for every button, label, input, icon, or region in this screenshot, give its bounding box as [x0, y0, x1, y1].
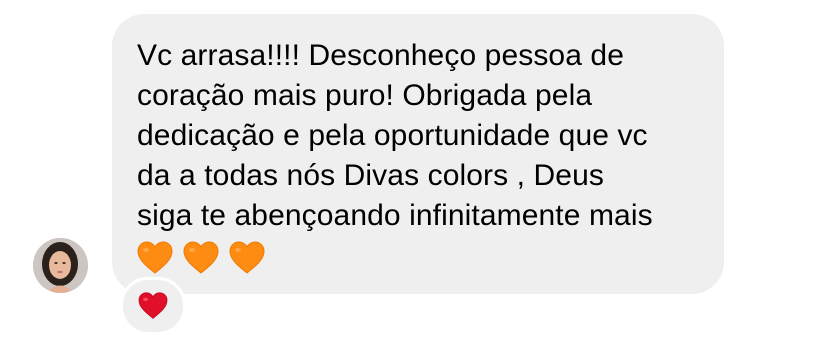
orange-heart-icon	[183, 241, 219, 274]
message-bubble[interactable]: Vc arrasa!!!! Desconheço pessoa de coraç…	[112, 14, 724, 294]
message-text: Vc arrasa!!!! Desconheço pessoa de coraç…	[137, 39, 653, 232]
red-heart-icon	[138, 292, 168, 319]
profile-photo-icon	[33, 238, 88, 293]
message-emoji-row	[137, 238, 700, 278]
orange-heart-icon	[229, 241, 265, 274]
sender-avatar[interactable]	[33, 238, 88, 293]
orange-heart-icon	[137, 241, 173, 274]
reaction-badge[interactable]	[120, 277, 186, 335]
